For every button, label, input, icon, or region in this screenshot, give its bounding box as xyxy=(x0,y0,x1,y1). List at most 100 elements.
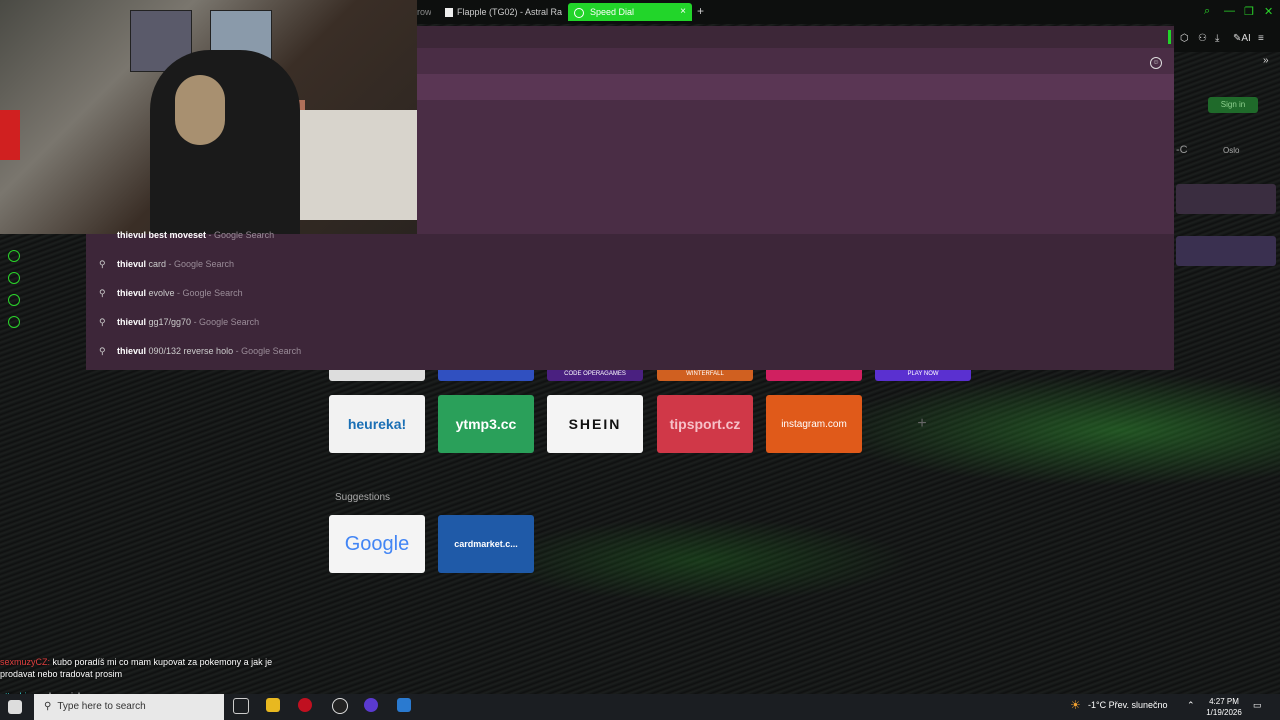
file-explorer-icon[interactable] xyxy=(266,698,280,712)
weather-icon[interactable]: ☀ xyxy=(1070,698,1081,712)
webcam-overlay xyxy=(0,0,417,234)
suggestion-rest: best moveset xyxy=(146,230,207,240)
speed-dial-tile-partial[interactable]: CODE OPERAGAMES xyxy=(547,370,643,381)
suggestion-rest: evolve xyxy=(146,288,175,298)
speed-dial-tile-ytmp3[interactable]: ytmp3.cc xyxy=(438,395,534,453)
ai-label: AI xyxy=(1241,33,1251,44)
search-icon: ⚲ xyxy=(99,288,106,298)
taskbar-clock[interactable]: 4:27 PM 1/19/2026 xyxy=(1200,696,1248,718)
suggestion-item[interactable]: ⚲ thievul evolve - Google Search xyxy=(99,288,243,299)
speed-dial-tile-partial[interactable]: PLAY NOW xyxy=(875,370,971,381)
obs-icon[interactable] xyxy=(364,698,378,712)
news-thumbnail[interactable] xyxy=(1176,236,1276,266)
tab-speed-dial-label: Speed Dial xyxy=(590,7,635,17)
suggestion-source: - Google Search xyxy=(174,288,243,298)
opera-gx-icon[interactable] xyxy=(298,698,312,712)
task-view-icon[interactable] xyxy=(233,698,249,714)
steam-icon[interactable] xyxy=(332,698,348,714)
suggestion-tile-google[interactable]: Google xyxy=(329,515,425,573)
suggestion-rest: 090/132 reverse holo xyxy=(146,346,234,356)
chat-username: sexmuzyCZ: xyxy=(0,657,51,667)
suggestion-source: - Google Search xyxy=(206,230,275,240)
restore-icon[interactable]: ❐ xyxy=(1244,5,1254,18)
speed-dial-icon xyxy=(574,7,584,18)
clock-time: 4:27 PM xyxy=(1209,697,1239,706)
taskbar-search[interactable]: ⚲ Type here to search xyxy=(34,694,224,720)
search-icon[interactable]: ⌕ xyxy=(1204,5,1210,18)
minimize-icon[interactable]: — xyxy=(1224,5,1235,17)
extensions-icon[interactable]: ⬡ xyxy=(1180,33,1189,44)
search-icon: ⚲ xyxy=(99,346,106,356)
speed-dial-tile-tipsport[interactable]: tipsport.cz xyxy=(657,395,753,453)
search-icon: ⚲ xyxy=(99,259,106,269)
calculator-icon[interactable] xyxy=(397,698,411,712)
tab-partial-label: row xyxy=(417,7,431,17)
red-light xyxy=(0,110,20,160)
streamer-head xyxy=(175,75,225,145)
new-tab-button[interactable]: + xyxy=(697,4,704,18)
suggestion-item[interactable]: thievul best moveset - Google Search xyxy=(117,230,274,240)
speed-dial-tile-partial[interactable]: WINTERFALL xyxy=(657,370,753,381)
aria-ai-button[interactable]: ✎AI xyxy=(1233,33,1251,44)
download-icon[interactable]: ⤓ xyxy=(1215,33,1219,44)
address-bar[interactable] xyxy=(417,26,1174,48)
weather-text[interactable]: -1°C Přev. slunečno xyxy=(1088,700,1167,710)
menu-icon[interactable]: ≡ xyxy=(1258,33,1264,44)
suggestion-source: - Google Search xyxy=(166,259,235,269)
suggestion-item[interactable]: ⚲ thievul 090/132 reverse holo - Google S… xyxy=(99,346,301,357)
suggestion-item[interactable]: ⚲ thievul card - Google Search xyxy=(99,259,234,270)
speed-dial-tile-partial[interactable] xyxy=(329,370,425,381)
dropdown-highlight-row[interactable] xyxy=(417,74,1174,100)
tab-bar: row Flapple (TG02) - Astral Ra Speed Dia… xyxy=(417,0,1280,24)
clock-date: 1/19/2026 xyxy=(1206,708,1242,717)
news-thumbnail[interactable] xyxy=(1176,184,1276,214)
tab-partial[interactable]: row xyxy=(417,3,431,21)
speed-dial-tile-shein[interactable]: SHEIN xyxy=(547,395,643,453)
tab-speed-dial[interactable]: Speed Dial × xyxy=(568,3,692,21)
address-dropdown xyxy=(417,48,1174,234)
emoji-icon[interactable]: ☺ xyxy=(1150,57,1162,69)
tab-flapple[interactable]: Flapple (TG02) - Astral Ra xyxy=(445,3,585,21)
history-icon[interactable] xyxy=(8,272,20,284)
streamer xyxy=(150,50,300,234)
player-icon[interactable] xyxy=(8,250,20,262)
suggestion-rest: card xyxy=(146,259,167,269)
suggestion-item[interactable]: ⚲ thievul gg17/gg70 - Google Search xyxy=(99,317,259,328)
close-icon[interactable]: × xyxy=(680,3,686,21)
suggestion-source: - Google Search xyxy=(191,317,260,327)
speed-dial-tile-heureka[interactable]: heureka! xyxy=(329,395,425,453)
suggestion-tile-cardmarket[interactable]: cardmarket.c... xyxy=(438,515,534,573)
suggestion-query: thievul xyxy=(117,317,147,327)
weather-widget: -C xyxy=(1176,144,1188,156)
suggestion-source: - Google Search xyxy=(233,346,302,356)
extensions-sidebar-icon[interactable] xyxy=(8,294,20,306)
toolbar-right xyxy=(1174,24,1280,52)
shelf xyxy=(300,110,417,220)
add-site-button[interactable]: + xyxy=(874,395,970,453)
account-icon[interactable]: ⚇ xyxy=(1198,33,1207,44)
suggestion-query: thievul xyxy=(117,346,147,356)
search-icon: ⚲ xyxy=(99,317,106,327)
speed-dial-tile-partial[interactable] xyxy=(766,370,862,381)
windows-start-icon[interactable] xyxy=(8,700,22,714)
search-placeholder: Type here to search xyxy=(57,701,146,712)
suggestion-query: thievul xyxy=(117,288,147,298)
notifications-icon[interactable]: ▭ xyxy=(1253,700,1262,711)
close-window-icon[interactable]: ✕ xyxy=(1264,5,1273,18)
signin-button[interactable]: Sign in xyxy=(1208,97,1258,113)
weather-location: Oslo xyxy=(1223,146,1240,155)
page-icon xyxy=(445,8,453,18)
address-bar-accent xyxy=(1168,30,1171,44)
chevron-up-icon[interactable]: ⌃ xyxy=(1187,700,1195,711)
suggestion-rest: gg17/gg70 xyxy=(146,317,192,327)
search-icon: ⚲ xyxy=(44,701,52,712)
suggestion-query: thievul xyxy=(117,230,147,240)
chat-message: sexmuzyCZ: kubo poradíš mi co mam kupova… xyxy=(0,656,290,680)
suggestion-query: thievul xyxy=(117,259,147,269)
right-panel: Sign in -C Oslo xyxy=(1174,52,1280,372)
tab-flapple-label: Flapple (TG02) - Astral Ra xyxy=(457,7,563,17)
settings-icon[interactable] xyxy=(8,316,20,328)
speed-dial-tile-instagram[interactable]: instagram.com xyxy=(766,395,862,453)
speed-dial-tile-partial[interactable] xyxy=(438,370,534,381)
suggestions-heading: Suggestions xyxy=(335,492,391,503)
